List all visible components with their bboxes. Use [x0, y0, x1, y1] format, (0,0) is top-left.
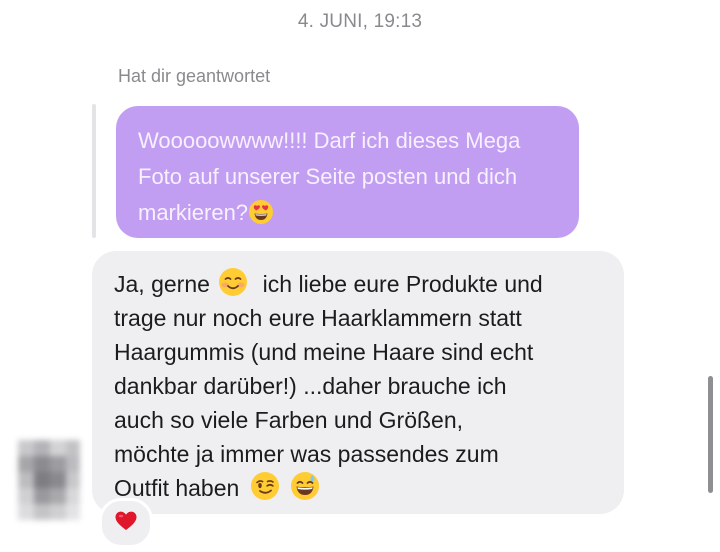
winking-face-emoji-icon [250, 471, 280, 501]
scrollbar-thumb[interactable] [708, 376, 713, 493]
replied-label: Hat dir geantwortet [118, 66, 271, 86]
reply-message-line: auch so viele Farben und Größen, [114, 407, 464, 433]
reply-message-line: Ja, gerne ich liebe eure Produkte und [114, 267, 602, 301]
reply-text-fragment: Outfit haben [114, 475, 246, 501]
reply-message-line: trage nur noch eure Haarklammern statt [114, 305, 522, 331]
grinning-sweat-emoji-icon [290, 471, 320, 501]
heart-reaction[interactable] [99, 498, 153, 548]
quoted-message-line: markieren? [138, 200, 249, 225]
reply-message-line: Outfit haben [114, 471, 602, 505]
reply-message-line: dankbar darüber!) ...daher brauche ich [114, 373, 507, 399]
reply-message-bubble[interactable]: Ja, gerne ich liebe eure Produkte und tr… [92, 251, 624, 514]
red-heart-icon [115, 511, 137, 536]
message-timestamp: 4. JUNI, 19:13 [297, 11, 423, 32]
reply-text-fragment: ich liebe eure Produkte und [256, 271, 543, 297]
heart-eyes-emoji-icon [248, 199, 274, 225]
quoted-message-bubble[interactable]: Wooooowwww!!!! Darf ich dieses Mega Foto… [116, 106, 579, 238]
reply-message-line: Haargummis (und meine Haare sind echt [114, 339, 534, 365]
reply-quote-bar [92, 104, 96, 238]
sender-avatar[interactable] [18, 440, 80, 522]
quoted-message-line: Foto auf unserer Seite posten und dich [138, 164, 518, 189]
smiling-face-emoji-icon [218, 267, 248, 297]
reply-message-line: möchte ja immer was passendes zum [114, 441, 499, 467]
reply-text-fragment: Ja, gerne [114, 271, 217, 297]
quoted-message-line: Wooooowwww!!!! Darf ich dieses Mega [138, 128, 521, 153]
